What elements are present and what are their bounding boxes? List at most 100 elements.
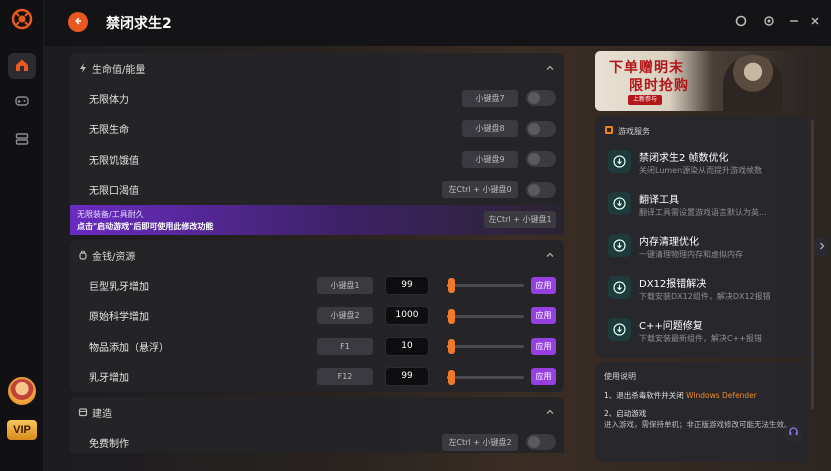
service-item[interactable]: DX12报错解决 下载安装DX12组件，解决DX12报错 (608, 273, 800, 307)
hotkey-button[interactable]: 小键盘2 (317, 307, 373, 325)
value-slider[interactable] (447, 308, 524, 324)
section-money: 金钱/资源 巨型乳牙增加 小键盘1 99 应用 原始科学增加 小键盘2 1000… (70, 240, 564, 392)
close-button[interactable] (808, 15, 822, 29)
toggle-row: 免费制作 左Ctrl + 小键盘2 (70, 427, 564, 453)
download-icon (608, 276, 631, 299)
left-rail: VIP (0, 0, 44, 471)
apply-button[interactable]: 应用 (531, 337, 556, 355)
toggle-switch[interactable] (526, 120, 556, 137)
services-header: 游戏服务 (604, 125, 650, 137)
section-header-money[interactable]: 金钱/资源 (70, 240, 564, 270)
service-name: DX12报错解决 (639, 279, 707, 290)
download-icon (608, 234, 631, 257)
theme-icon (735, 15, 747, 30)
chevron-right-icon (818, 241, 826, 254)
chevron-up-icon[interactable] (545, 63, 555, 73)
build-icon (78, 407, 88, 417)
hotkey-button[interactable]: 小键盘7 (462, 89, 518, 107)
toggle-switch[interactable] (526, 90, 556, 107)
service-name: 内存清理优化 (639, 237, 699, 248)
section-header-build[interactable]: 建造 (70, 397, 564, 427)
service-desc: 关闭Lumen源染从而提升游戏帧数 (639, 166, 763, 175)
value-input[interactable]: 99 (385, 275, 429, 295)
section-health: 生命值/能量 无限体力 小键盘7 无限生命 小键盘8 无限饥饿值 小键盘9 无限… (70, 53, 564, 235)
services-title: 游戏服务 (618, 126, 650, 136)
apply-button[interactable]: 应用 (531, 368, 556, 386)
guide-step-2-text: 进入游戏，需保持单机；非正版游戏修改可能无法生效。 (604, 420, 792, 429)
vip-badge[interactable]: VIP (7, 420, 37, 440)
toggle-switch[interactable] (526, 151, 556, 168)
slider-thumb[interactable] (447, 278, 455, 293)
section-title: 生命值/能量 (92, 64, 146, 76)
support-button[interactable] (784, 424, 802, 442)
row-label: 无限生命 (89, 125, 129, 137)
banner-headline: 下单赠明末 (609, 60, 684, 76)
row-label: 免费制作 (89, 438, 129, 450)
hotkey-button[interactable]: 左Ctrl + 小键盘0 (442, 181, 518, 199)
section-header-health[interactable]: 生命值/能量 (70, 53, 564, 83)
page-title: 禁闭求生2 (106, 16, 172, 32)
user-avatar[interactable] (8, 377, 36, 405)
guide-step-2-title: 2、启动游戏 (604, 409, 647, 418)
row-label: 无限体力 (89, 94, 129, 106)
service-item[interactable]: 禁闭求生2 帧数优化 关闭Lumen源染从而提升游戏帧数 (608, 147, 800, 181)
row-label: 物品添加（悬浮） (89, 342, 169, 354)
section-build: 建造 免费制作 左Ctrl + 小键盘2 (70, 397, 564, 453)
promo-banner[interactable]: 下单赠明末 限时抢购 上新参与 (595, 51, 808, 111)
download-icon (608, 318, 631, 341)
download-icon (608, 150, 631, 173)
app-logo-icon (11, 8, 33, 30)
service-desc: 一键清理物理内存和虚拟内存 (639, 250, 743, 259)
minimize-icon (789, 16, 799, 29)
hotkey-button[interactable]: 小键盘8 (462, 120, 518, 138)
guide-highlight: Windows Defender (686, 391, 757, 400)
apply-button[interactable]: 应用 (531, 307, 556, 325)
value-slider[interactable] (447, 278, 524, 293)
value-input[interactable]: 1000 (385, 306, 429, 326)
hotkey-button[interactable]: 小键盘1 (317, 276, 373, 294)
chevron-up-icon[interactable] (545, 250, 555, 260)
expand-panel-button[interactable] (815, 238, 828, 256)
box-icon (604, 125, 614, 137)
stack-icon (15, 132, 29, 149)
minimize-button[interactable] (787, 15, 801, 29)
service-item[interactable]: 内存清理优化 一键清理物理内存和虚拟内存 (608, 231, 800, 265)
row-label: 乳牙增加 (89, 373, 129, 385)
guide-step-1: 1、退出杀毒软件并关闭 Windows Defender (604, 390, 799, 401)
slider-thumb[interactable] (447, 308, 455, 324)
hotkey-button[interactable]: 左Ctrl + 小键盘1 (484, 211, 556, 228)
nav-library[interactable] (8, 127, 36, 153)
arrow-left-icon (73, 16, 83, 29)
hotkey-button[interactable]: 小键盘9 (462, 150, 518, 168)
value-input[interactable]: 10 (385, 336, 429, 356)
theme-button[interactable] (734, 15, 748, 29)
service-item[interactable]: 翻译工具 翻译工具需设置游戏语言默认为英... (608, 189, 800, 223)
headset-icon (788, 426, 799, 440)
value-slider[interactable] (447, 339, 524, 354)
hotkey-button[interactable]: F1 (317, 337, 373, 355)
chevron-up-icon[interactable] (545, 407, 555, 417)
back-button[interactable] (68, 12, 88, 32)
settings-button[interactable] (762, 15, 776, 29)
nav-home[interactable] (8, 53, 36, 79)
guide-step-1-text: 1、退出杀毒软件并关闭 (604, 391, 684, 400)
cheat-panel: 生命值/能量 无限体力 小键盘7 无限生命 小键盘8 无限饥饿值 小键盘9 无限… (70, 53, 564, 453)
row-label: 巨型乳牙增加 (89, 281, 149, 293)
apply-button[interactable]: 应用 (531, 276, 556, 294)
slider-thumb[interactable] (447, 369, 455, 385)
value-slider[interactable] (447, 369, 524, 385)
hotkey-button[interactable]: 左Ctrl + 小键盘2 (442, 433, 518, 451)
slider-thumb[interactable] (447, 339, 455, 354)
toggle-switch[interactable] (526, 181, 556, 198)
toggle-row: 无限体力 小键盘7 (70, 83, 564, 114)
toggle-switch[interactable] (526, 434, 556, 451)
value-input[interactable]: 99 (385, 367, 429, 387)
service-item[interactable]: C++问题修复 下载安装最新组件，解决C++报错 (608, 315, 800, 349)
home-icon (15, 58, 29, 75)
right-scrollbar[interactable] (811, 120, 814, 410)
bolt-icon (78, 63, 88, 73)
service-name: C++问题修复 (639, 321, 703, 332)
hotkey-button[interactable]: F12 (317, 368, 373, 386)
nav-games[interactable] (8, 89, 36, 115)
close-icon (810, 16, 820, 29)
